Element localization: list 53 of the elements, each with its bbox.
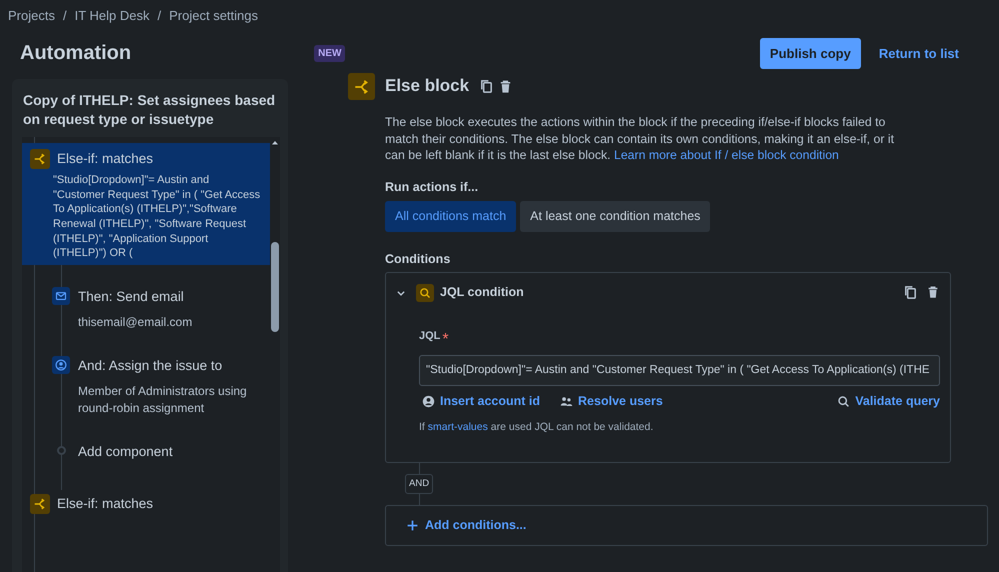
branch-icon — [348, 73, 375, 100]
rule-block[interactable]: Else-if: matches — [22, 488, 270, 518]
block-heading: Else block — [385, 76, 470, 97]
user-circle-icon — [422, 395, 435, 408]
run-actions-label: Run actions if... — [385, 179, 480, 196]
search-icon — [837, 395, 850, 408]
condition-mode-option[interactable]: At least one condition matches — [520, 200, 710, 232]
rule-title: Copy of ITHELP: Set assignees based on request type or issuetype — [23, 91, 276, 129]
copy-icon[interactable] — [479, 79, 494, 94]
trash-icon[interactable] — [926, 285, 940, 300]
step-detail: Member of Administrators using round-robin assignment — [78, 383, 248, 416]
validate-link[interactable]: Validate query — [837, 392, 940, 412]
learn-more-link[interactable]: Learn more about If / else block condition — [614, 148, 839, 162]
and-tag: AND — [405, 474, 434, 494]
step-detail: thisemail@email.com — [78, 314, 192, 330]
page-title: Automation — [20, 41, 132, 66]
step-title: And: Assign the issue to — [78, 357, 224, 376]
copy-icon[interactable] — [903, 285, 918, 300]
selected-rule-block[interactable] — [22, 142, 270, 265]
step-title: Then: Send email — [78, 288, 185, 306]
users-icon — [560, 395, 574, 408]
search-icon — [416, 284, 434, 302]
new-badge: NEW — [314, 44, 346, 62]
add-conditions-button[interactable]: Add conditions... — [385, 504, 988, 546]
add-component-link[interactable]: Add component — [78, 442, 173, 462]
breadcrumb-separator: / — [62, 7, 67, 25]
smart-values-link[interactable]: smart-values — [428, 421, 488, 434]
conditions-label: Conditions — [385, 250, 452, 268]
breadcrumb-link[interactable]: IT Help Desk — [74, 6, 150, 26]
mail-icon — [52, 286, 70, 305]
block-title: Else-if: matches — [57, 150, 154, 168]
breadcrumb-link[interactable]: Project settings — [169, 6, 258, 26]
branch-icon — [30, 148, 50, 169]
scroll-up-arrow-icon — [271, 138, 279, 147]
field-label: JQL — [419, 329, 440, 344]
condition-mode-option[interactable]: All conditions match — [385, 200, 516, 232]
condition-title: JQL condition — [440, 284, 524, 302]
publish-copy-button[interactable]: Publish copy — [760, 38, 861, 69]
validation-hint: If smart-values are used JQL can not be validated. — [419, 420, 654, 436]
scrollbar-thumb[interactable] — [271, 242, 279, 332]
branch-icon — [30, 494, 50, 514]
return-to-list-link[interactable]: Return to list — [878, 44, 959, 63]
required-marker: * — [442, 330, 449, 350]
user-icon — [52, 356, 70, 374]
block-title: Else-if: matches — [57, 495, 154, 514]
users-link[interactable]: Resolve users — [560, 392, 663, 412]
jql-input[interactable]: "Studio[Dropdown]"= Austin and "Customer Request Type" in ( "Get Access To Application(s) (ITHE — [419, 355, 940, 386]
breadcrumb-link[interactable]: Projects — [8, 6, 55, 26]
breadcrumb-separator: / — [158, 7, 162, 25]
block-detail: "Studio[Dropdown]"= Austin and "Customer Request Type" in ( "Get Access To Application(s) (ITHELP)","Software Renewal (ITHELP)", "Software Request (ITHELP)", "Application Support (ITHELP)") OR ( — [53, 173, 262, 261]
account-link[interactable]: Insert account id — [422, 392, 540, 412]
plus-icon — [406, 518, 419, 532]
block-description: The else block executes the actions within the block if the preceding if/else-if blocks failed to match their conditions. The else block can contain its own conditions, making it an else-if, or it can be left blank if it is the last else block. Learn more about If / else block condition — [385, 114, 895, 164]
